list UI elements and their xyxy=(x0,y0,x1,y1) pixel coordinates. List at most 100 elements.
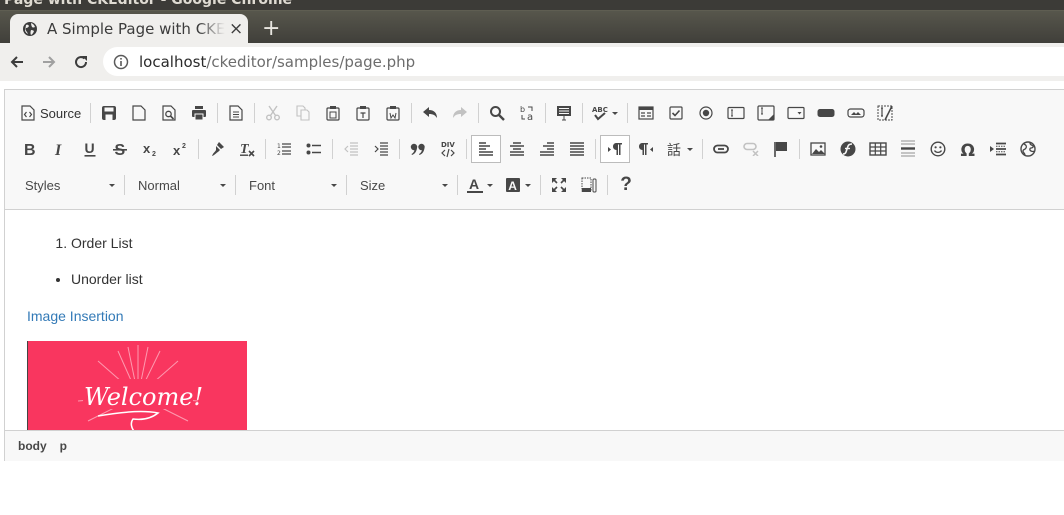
subscript-button[interactable]: x2 xyxy=(135,134,165,164)
bulleted-list-button[interactable] xyxy=(299,134,329,164)
form-button-button[interactable] xyxy=(811,98,841,128)
bold-button[interactable]: B xyxy=(15,134,45,164)
smiley-button[interactable] xyxy=(923,134,953,164)
copy-formatting-button[interactable] xyxy=(202,134,232,164)
div-container-button[interactable]: DIV xyxy=(433,134,463,164)
align-left-button[interactable] xyxy=(471,135,501,163)
select-field-button[interactable] xyxy=(781,98,811,128)
rtl-button[interactable] xyxy=(631,134,661,164)
editor-content[interactable]: Order List Unorder list Image Insertion … xyxy=(5,211,1064,431)
source-button[interactable]: Source xyxy=(15,98,87,128)
new-page-button[interactable] xyxy=(124,98,154,128)
horizontal-line-button[interactable] xyxy=(893,134,923,164)
align-center-button[interactable] xyxy=(502,134,532,164)
decrease-indent-button[interactable] xyxy=(336,134,366,164)
tab-close-button[interactable]: × xyxy=(229,19,243,39)
separator xyxy=(124,175,125,195)
table-button[interactable] xyxy=(863,134,893,164)
dropdown-arrow-icon xyxy=(612,111,619,115)
image-button[interactable] xyxy=(803,134,833,164)
svg-text:2: 2 xyxy=(152,151,156,157)
textarea-button[interactable] xyxy=(751,98,781,128)
reload-button[interactable] xyxy=(70,51,92,73)
info-icon[interactable] xyxy=(113,54,129,70)
undo-button[interactable] xyxy=(415,98,445,128)
svg-text:A: A xyxy=(469,177,479,192)
reload-icon xyxy=(75,56,88,69)
image-button-button[interactable] xyxy=(841,98,871,128)
styles-dropdown[interactable]: Styles xyxy=(15,170,121,200)
select-all-button[interactable] xyxy=(549,98,579,128)
cut-button[interactable] xyxy=(258,98,288,128)
outdent-icon xyxy=(344,142,358,156)
special-char-button[interactable]: Ω xyxy=(953,134,983,164)
print-button[interactable] xyxy=(184,98,214,128)
size-label: Size xyxy=(360,177,386,193)
format-dropdown[interactable]: Normal xyxy=(128,170,232,200)
paste-button[interactable] xyxy=(318,98,348,128)
chevron-down-icon xyxy=(109,183,115,187)
format-label: Normal xyxy=(138,177,180,193)
maximize-button[interactable] xyxy=(544,170,574,200)
link-button[interactable] xyxy=(706,134,736,164)
unlink-button[interactable] xyxy=(736,134,766,164)
justify-button[interactable] xyxy=(562,134,592,164)
numbered-list-button[interactable]: 12 xyxy=(269,134,299,164)
image-insertion-link[interactable]: Image Insertion xyxy=(27,308,124,324)
strikethrough-button[interactable]: S xyxy=(105,134,135,164)
language-button[interactable]: 話 xyxy=(661,134,699,164)
blockquote-button[interactable] xyxy=(403,134,433,164)
background-color-button[interactable]: A xyxy=(499,170,537,200)
copy-button[interactable] xyxy=(288,98,318,128)
address-bar[interactable]: localhost/ckeditor/samples/page.php xyxy=(103,47,1064,76)
path-item-p[interactable]: p xyxy=(60,439,67,453)
redo-button[interactable] xyxy=(445,98,475,128)
copy-icon xyxy=(296,105,310,121)
flash-icon xyxy=(840,141,856,157)
paste-from-word-button[interactable] xyxy=(378,98,408,128)
browser-tab[interactable]: A Simple Page with CKEditor × xyxy=(10,14,248,44)
size-dropdown[interactable]: Size xyxy=(350,170,454,200)
increase-indent-button[interactable] xyxy=(366,134,396,164)
separator xyxy=(582,103,584,123)
new-tab-button[interactable]: + xyxy=(262,16,280,41)
about-button[interactable]: ? xyxy=(611,170,641,200)
ckeditor: Source ba ABC B I U S x 2 x 2 T 1 2 DIV … xyxy=(4,89,1064,461)
form-button[interactable] xyxy=(631,98,661,128)
align-right-button[interactable] xyxy=(532,134,562,164)
forward-button[interactable] xyxy=(38,51,60,73)
remove-format-button[interactable]: T xyxy=(232,134,262,164)
back-button[interactable] xyxy=(6,51,28,73)
anchor-button[interactable] xyxy=(766,134,796,164)
radio-icon xyxy=(699,106,713,120)
flash-button[interactable] xyxy=(833,134,863,164)
iframe-button[interactable] xyxy=(1013,134,1043,164)
font-dropdown[interactable]: Font xyxy=(239,170,343,200)
svg-text:I: I xyxy=(54,142,62,157)
show-blocks-button[interactable] xyxy=(574,170,604,200)
find-button[interactable] xyxy=(482,98,512,128)
superscript-button[interactable]: x2 xyxy=(165,134,195,164)
subscript-icon: x2 xyxy=(143,141,156,157)
checkbox-button[interactable] xyxy=(661,98,691,128)
show-blocks-icon xyxy=(581,177,597,193)
save-button[interactable] xyxy=(94,98,124,128)
replace-button[interactable]: ba xyxy=(512,98,542,128)
templates-button[interactable] xyxy=(221,98,251,128)
strikethrough-icon: S xyxy=(113,142,127,157)
italic-button[interactable]: I xyxy=(45,134,75,164)
preview-button[interactable] xyxy=(154,98,184,128)
path-item-body[interactable]: body xyxy=(18,439,47,453)
text-color-button[interactable]: A xyxy=(461,170,499,200)
page-break-button[interactable] xyxy=(983,134,1013,164)
radio-button[interactable] xyxy=(691,98,721,128)
svg-text:話: 話 xyxy=(667,142,681,157)
text-field-button[interactable] xyxy=(721,98,751,128)
hidden-field-button[interactable] xyxy=(871,98,901,128)
paste-text-button[interactable] xyxy=(348,98,378,128)
ltr-button[interactable] xyxy=(600,135,630,163)
spellcheck-button[interactable]: ABC xyxy=(586,98,624,128)
url-text: localhost/ckeditor/samples/page.php xyxy=(139,53,415,71)
underline-button[interactable]: U xyxy=(75,134,105,164)
welcome-image[interactable]: Welcome! xyxy=(27,341,247,431)
